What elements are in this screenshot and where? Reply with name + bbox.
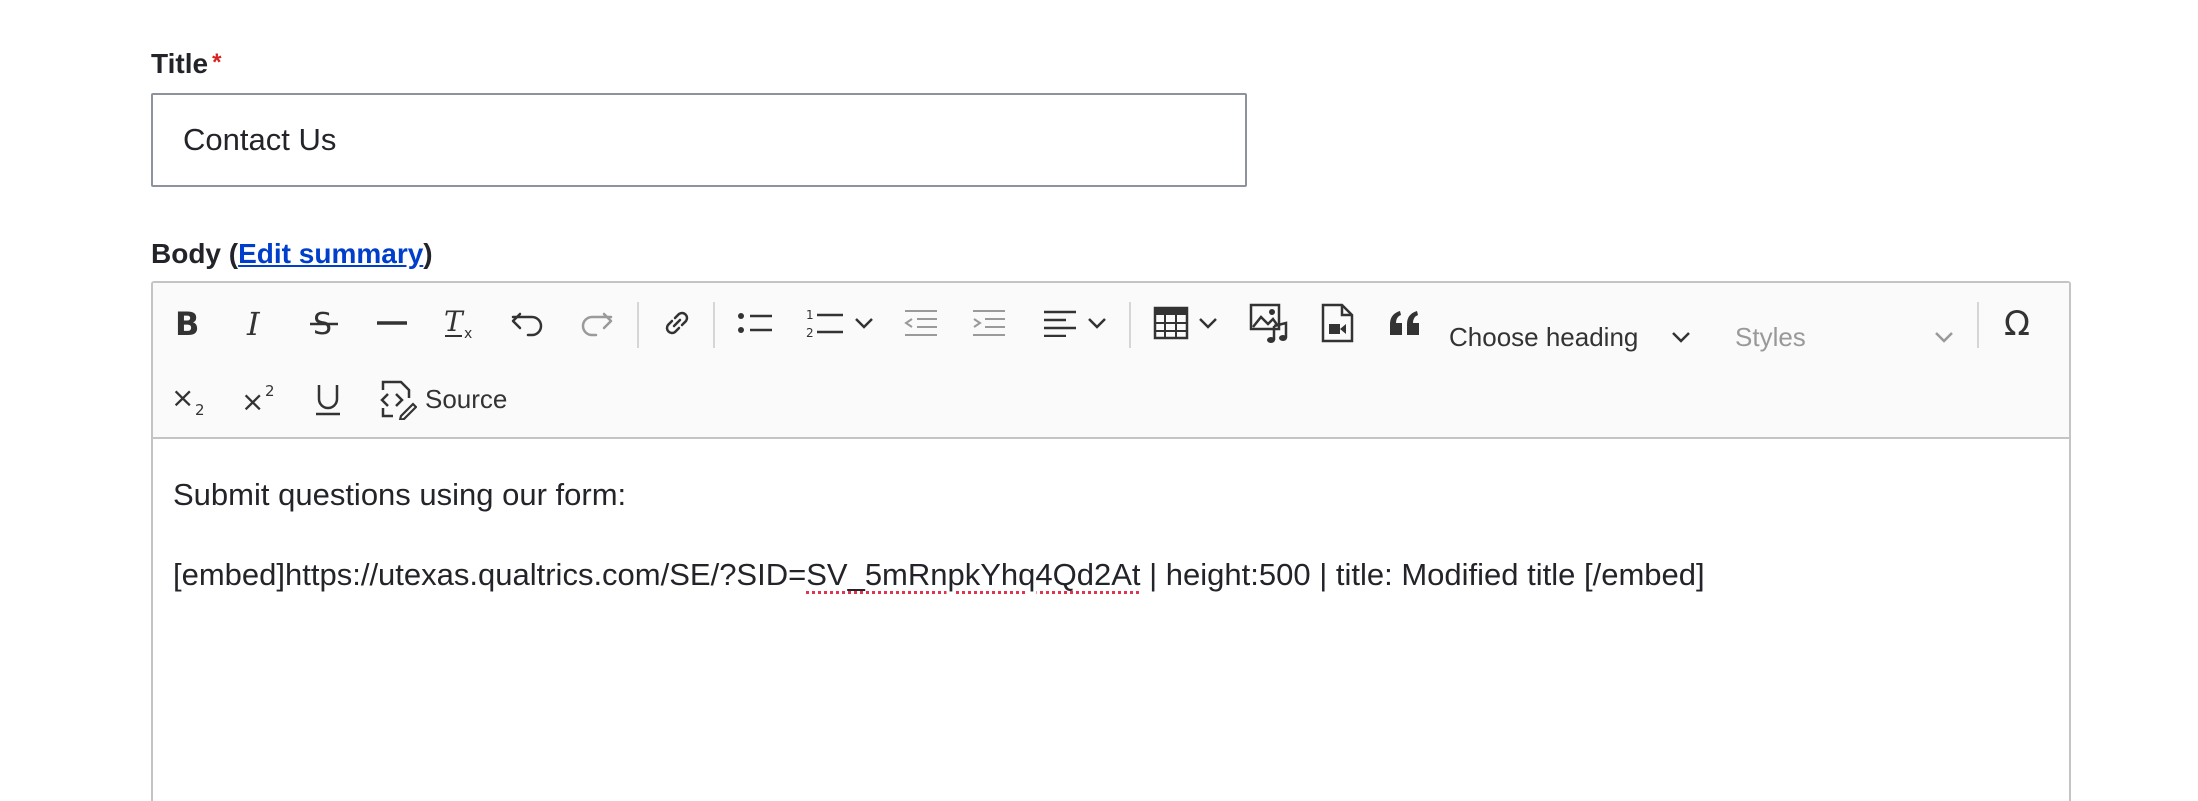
svg-text:T: T bbox=[444, 305, 465, 338]
horizontal-line-button[interactable] bbox=[367, 293, 417, 353]
blockquote-button[interactable] bbox=[1377, 293, 1433, 353]
bulleted-list-icon bbox=[738, 313, 772, 333]
body-label-prefix: Body ( bbox=[151, 238, 239, 269]
strikethrough-icon: S bbox=[310, 307, 338, 340]
insert-media-button[interactable] bbox=[1241, 293, 1297, 353]
underline-button[interactable] bbox=[303, 369, 353, 429]
required-asterisk: * bbox=[212, 49, 222, 76]
omega-icon: Ω bbox=[2004, 305, 2030, 341]
horizontal-line-icon bbox=[377, 321, 407, 325]
embed-paragraph: [embed]https://utexas.qualtrics.com/SE/?… bbox=[173, 557, 1705, 593]
svg-text:x: x bbox=[464, 326, 472, 341]
bulleted-list-button[interactable] bbox=[727, 293, 783, 353]
chevron-down-icon bbox=[855, 318, 873, 329]
svg-text:Ω: Ω bbox=[2004, 305, 2030, 341]
edit-summary-link[interactable]: Edit summary bbox=[238, 238, 423, 269]
text-alignment-button[interactable] bbox=[1029, 293, 1121, 353]
styles-dropdown[interactable]: Styles bbox=[1735, 307, 1955, 367]
embed-text-after: | height:500 | title: Modified title [/e… bbox=[1140, 557, 1705, 592]
source-button[interactable]: Source bbox=[375, 369, 515, 429]
misspelled-word: SV_5mRnpkYhq4Qd2At bbox=[806, 557, 1141, 592]
remove-format-icon: Tx bbox=[444, 305, 472, 341]
svg-text:B: B bbox=[175, 307, 199, 339]
indent-icon bbox=[973, 310, 1005, 336]
svg-text:1: 1 bbox=[806, 308, 814, 322]
align-left-icon bbox=[1044, 310, 1076, 337]
body-label-suffix: ) bbox=[423, 238, 433, 269]
svg-text:2: 2 bbox=[195, 401, 205, 417]
chevron-down-icon bbox=[1935, 332, 1953, 343]
subscript-icon: × 2 bbox=[171, 381, 205, 417]
title-label: Title * bbox=[151, 48, 221, 80]
table-icon bbox=[1153, 306, 1189, 340]
redo-button[interactable] bbox=[571, 293, 621, 353]
heading-dropdown[interactable]: Choose heading bbox=[1449, 307, 1692, 367]
link-button[interactable] bbox=[649, 293, 705, 353]
editor-content-area[interactable]: Submit questions using our form: [embed]… bbox=[153, 439, 2069, 801]
styles-dropdown-label: Styles bbox=[1735, 321, 1806, 352]
body-label: Body (Edit summary) bbox=[151, 238, 433, 270]
remove-format-button[interactable]: Tx bbox=[435, 293, 485, 353]
bold-icon: B bbox=[175, 307, 199, 339]
outdent-button[interactable] bbox=[893, 293, 949, 353]
chevron-down-icon bbox=[1088, 318, 1106, 329]
video-file-icon bbox=[1321, 303, 1354, 343]
title-label-text: Title bbox=[151, 48, 209, 79]
editor-toolbar: B I S Tx 12 Choose heading Styles Ω × 2 … bbox=[153, 283, 2069, 439]
superscript-button[interactable]: × 2 bbox=[233, 369, 285, 429]
toolbar-separator bbox=[1977, 302, 1979, 348]
source-code-icon bbox=[380, 380, 417, 420]
title-input[interactable] bbox=[151, 93, 1247, 187]
italic-button[interactable]: I bbox=[231, 293, 281, 353]
image-music-icon bbox=[1249, 303, 1288, 343]
content-paragraph: Submit questions using our form: bbox=[173, 477, 627, 512]
underline-icon bbox=[316, 385, 340, 416]
undo-icon bbox=[511, 312, 543, 337]
outdent-icon bbox=[904, 310, 937, 336]
svg-text:I: I bbox=[246, 307, 261, 339]
subscript-button[interactable]: × 2 bbox=[163, 369, 215, 429]
insert-video-button[interactable] bbox=[1309, 293, 1365, 353]
redo-icon bbox=[581, 312, 613, 337]
strikethrough-button[interactable]: S bbox=[299, 293, 349, 353]
svg-text:×: × bbox=[241, 385, 264, 417]
bold-button[interactable]: B bbox=[163, 293, 213, 353]
chevron-down-icon bbox=[1199, 318, 1217, 329]
toolbar-separator bbox=[1129, 302, 1131, 348]
toolbar-separator bbox=[637, 302, 639, 348]
source-button-label: Source bbox=[425, 383, 508, 414]
numbered-list-icon: 12 bbox=[806, 308, 843, 340]
link-icon bbox=[665, 311, 689, 335]
superscript-icon: × 2 bbox=[241, 382, 275, 417]
embed-text-before: [embed]https://utexas.qualtrics.com/SE/?… bbox=[173, 557, 807, 592]
toolbar-separator bbox=[713, 302, 715, 348]
italic-icon: I bbox=[246, 307, 261, 339]
special-characters-button[interactable]: Ω bbox=[1991, 293, 2049, 353]
rich-text-editor: B I S Tx 12 Choose heading Styles Ω × 2 … bbox=[151, 281, 2071, 801]
undo-button[interactable] bbox=[503, 293, 553, 353]
quote-icon bbox=[1390, 311, 1419, 335]
indent-button[interactable] bbox=[961, 293, 1017, 353]
svg-text:×: × bbox=[171, 381, 194, 414]
insert-table-button[interactable] bbox=[1143, 293, 1229, 353]
svg-text:2: 2 bbox=[806, 326, 814, 340]
svg-text:2: 2 bbox=[265, 382, 275, 400]
chevron-down-icon bbox=[1672, 332, 1691, 343]
heading-dropdown-label: Choose heading bbox=[1449, 321, 1639, 352]
numbered-list-button[interactable]: 12 bbox=[795, 293, 885, 353]
